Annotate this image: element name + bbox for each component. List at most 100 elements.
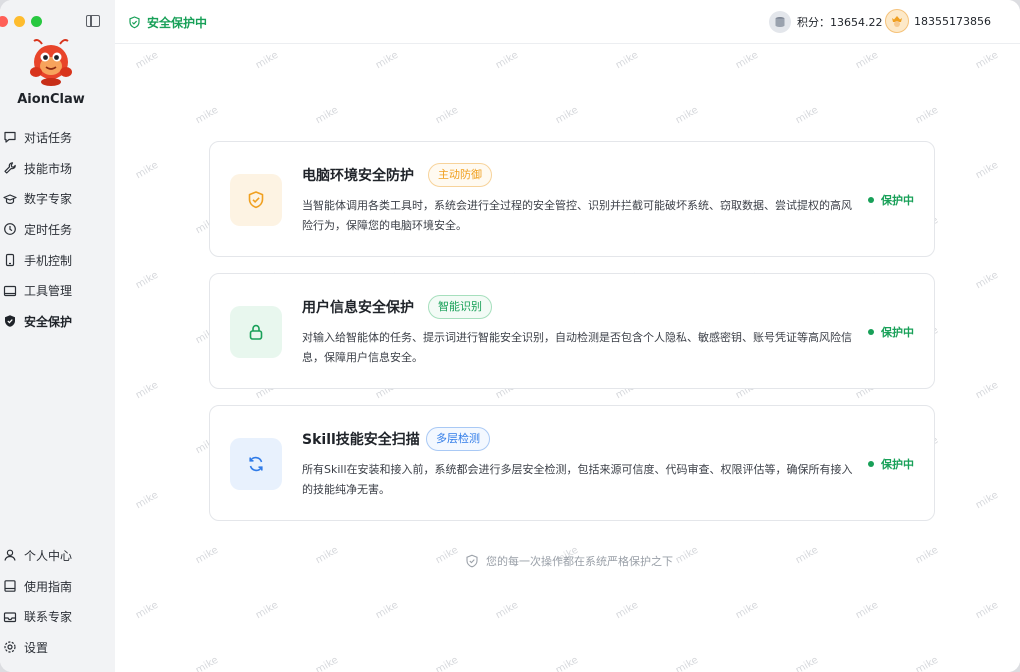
sidebar-item-label: 设置 <box>24 640 49 655</box>
lock-icon <box>230 306 282 358</box>
card-description: 所有Skill在安装和接入前，系统都会进行多层安全检测，包括来源可信度、代码审查… <box>302 463 853 496</box>
sidebar-item-contact-expert[interactable]: 联系专家 <box>0 601 115 632</box>
watermark-text: mike <box>973 599 1001 622</box>
card-title: Skill技能安全扫描 <box>302 432 420 448</box>
status-text: 保护中 <box>881 326 914 339</box>
sidebar-item-scheduled-tasks[interactable]: 定时任务 <box>0 214 115 245</box>
top-header: 安全保护中 积分：13654.22 18355173856 <box>115 0 1020 44</box>
sidebar-item-profile[interactable]: 个人中心 <box>0 540 115 571</box>
footer-note: 您的每一次操作都在系统严格保护之下 <box>465 553 673 569</box>
sidebar-item-phone-control[interactable]: 手机控制 <box>0 245 115 276</box>
clock-icon <box>3 222 17 236</box>
sidebar-item-tool-management[interactable]: 工具管理 <box>0 275 115 306</box>
shield-check-icon <box>128 16 141 29</box>
status-badge: 保护中 <box>868 324 914 340</box>
watermark-text: mike <box>733 49 761 72</box>
footer-note-text: 您的每一次操作都在系统严格保护之下 <box>486 555 673 568</box>
points-display[interactable]: 积分：13654.22 <box>769 11 883 33</box>
watermark-text: mike <box>913 654 941 672</box>
watermark-text: mike <box>613 599 641 622</box>
sidebar-item-label: 使用指南 <box>24 579 73 594</box>
watermark-text: mike <box>673 544 701 567</box>
security-card-computer-environment: 电脑环境安全防护 主动防御 当智能体调用各类工具时，系统会进行全过程的安全管控、… <box>209 141 935 257</box>
watermark-text: mike <box>973 269 1001 292</box>
sidebar-nav-top: 对话任务 技能市场 数字专家 定时任务 手机控制 工具管理 安全保护 <box>0 122 115 337</box>
watermark-text: mike <box>973 379 1001 402</box>
sidebar-item-label: 定时任务 <box>24 222 73 237</box>
chat-icon <box>3 130 17 144</box>
sidebar-item-settings[interactable]: 设置 <box>0 632 115 663</box>
card-description: 当智能体调用各类工具时，系统会进行全过程的安全管控、识别并拦截可能破坏系统、窃取… <box>302 199 852 232</box>
sidebar-toggle-icon[interactable] <box>86 15 100 27</box>
watermark-text: mike <box>193 104 221 127</box>
card-tag: 智能识别 <box>428 295 492 319</box>
points-label: 积分：13654.22 <box>797 16 883 29</box>
maximize-window-button[interactable] <box>31 16 42 27</box>
sidebar-nav-bottom: 个人中心 使用指南 联系专家 设置 <box>0 540 115 663</box>
sidebar-item-label: 安全保护 <box>24 314 73 329</box>
shield-icon <box>3 314 17 328</box>
watermark-text: mike <box>313 654 341 672</box>
phone-icon <box>3 253 17 267</box>
mail-icon <box>3 610 17 624</box>
toolbox-icon <box>3 284 17 298</box>
sidebar-item-user-guide[interactable]: 使用指南 <box>0 571 115 602</box>
watermark-text: mike <box>613 49 641 72</box>
watermark-text: mike <box>973 49 1001 72</box>
app-name: AionClaw <box>17 92 85 107</box>
watermark-text: mike <box>313 544 341 567</box>
sidebar-item-security[interactable]: 安全保护 <box>0 306 115 337</box>
watermark-text: mike <box>193 544 221 567</box>
close-window-button[interactable] <box>0 16 8 27</box>
watermark-text: mike <box>373 599 401 622</box>
status-dot <box>868 329 874 335</box>
watermark-text: mike <box>553 654 581 672</box>
security-status-text: 安全保护中 <box>147 16 208 30</box>
wrench-icon <box>3 161 17 175</box>
user-menu[interactable]: 18355173856 <box>885 9 991 33</box>
sidebar-item-label: 对话任务 <box>24 130 73 145</box>
watermark-text: mike <box>973 159 1001 182</box>
watermark-text: mike <box>733 599 761 622</box>
sidebar: AionClaw 对话任务 技能市场 数字专家 定时任务 手机控制 工具管理 安… <box>0 0 115 672</box>
watermark-text: mike <box>493 49 521 72</box>
watermark-text: mike <box>373 49 401 72</box>
watermark-text: mike <box>253 599 281 622</box>
watermark-text: mike <box>793 654 821 672</box>
watermark-text: mike <box>913 544 941 567</box>
shield-check-icon <box>230 174 282 226</box>
sidebar-item-chat-tasks[interactable]: 对话任务 <box>0 122 115 153</box>
minimize-window-button[interactable] <box>14 16 25 27</box>
sidebar-item-digital-experts[interactable]: 数字专家 <box>0 183 115 214</box>
watermark-text: mike <box>133 49 161 72</box>
watermark-text: mike <box>853 599 881 622</box>
watermark-text: mike <box>673 654 701 672</box>
sidebar-item-label: 工具管理 <box>24 284 73 299</box>
status-text: 保护中 <box>881 458 914 471</box>
sidebar-item-label: 手机控制 <box>24 253 73 268</box>
security-card-user-info: 用户信息安全保护 智能识别 对输入给智能体的任务、提示词进行智能安全识别，自动检… <box>209 273 935 389</box>
status-dot <box>868 461 874 467</box>
shield-check-icon <box>465 554 479 568</box>
sidebar-item-label: 个人中心 <box>24 548 73 563</box>
watermark-text: mike <box>973 489 1001 512</box>
watermark-text: mike <box>253 49 281 72</box>
refresh-icon <box>230 438 282 490</box>
sidebar-item-skill-market[interactable]: 技能市场 <box>0 153 115 184</box>
watermark-text: mike <box>433 544 461 567</box>
watermark-text: mike <box>133 599 161 622</box>
watermark-text: mike <box>433 104 461 127</box>
watermark-text: mike <box>133 489 161 512</box>
watermark-text: mike <box>133 269 161 292</box>
security-card-skill-scan: Skill技能安全扫描 多层检测 所有Skill在安装和接入前，系统都会进行多层… <box>209 405 935 521</box>
avatar <box>885 9 909 33</box>
watermark-text: mike <box>673 104 701 127</box>
watermark-text: mike <box>913 104 941 127</box>
app-window: AionClaw 对话任务 技能市场 数字专家 定时任务 手机控制 工具管理 安… <box>0 0 1020 672</box>
status-text: 保护中 <box>881 194 914 207</box>
sidebar-item-label: 联系专家 <box>24 610 73 625</box>
app-logo <box>28 38 74 88</box>
watermark-text: mike <box>793 104 821 127</box>
user-phone: 18355173856 <box>914 14 991 28</box>
coin-stack-icon <box>769 11 791 33</box>
